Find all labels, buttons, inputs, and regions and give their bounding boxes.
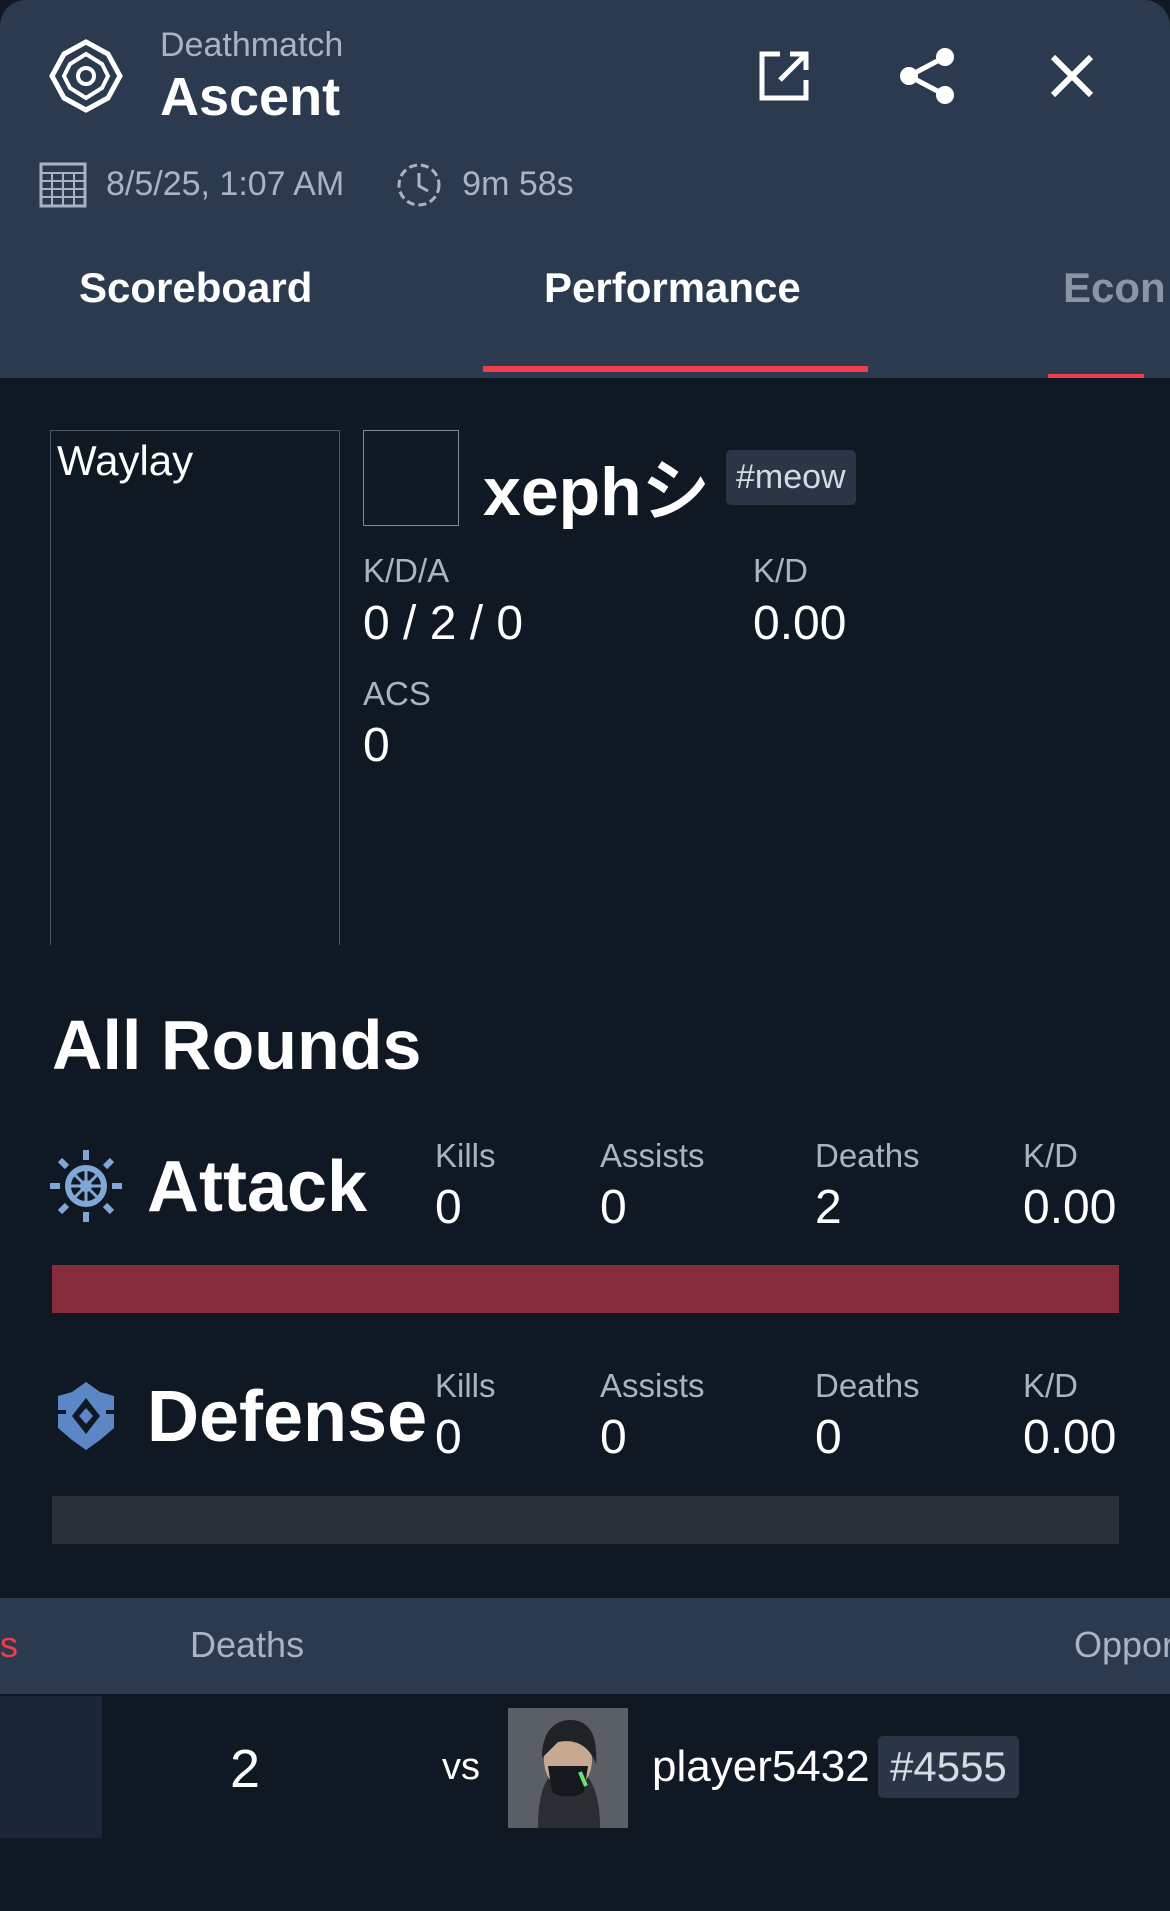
row-vs-label: vs — [442, 1746, 480, 1788]
player-name: xephシ — [483, 454, 710, 530]
defense-kills-label: Kills — [435, 1367, 496, 1404]
defense-deaths-label: Deaths — [815, 1367, 920, 1404]
defense-kd-label: K/D — [1023, 1367, 1079, 1404]
attack-deaths-label: Deaths — [815, 1137, 920, 1174]
attack-kd-value: 0.00 — [1023, 1181, 1117, 1234]
kda-value: 0 / 2 / 0 — [363, 597, 524, 650]
tab-scoreboard[interactable]: Scoreboard — [79, 264, 312, 312]
tab-indicator-partial — [1048, 374, 1144, 378]
close-icon — [1050, 54, 1094, 98]
defense-deaths-value: 0 — [815, 1411, 842, 1464]
defense-title: Defense — [147, 1377, 428, 1457]
opponent-avatar — [508, 1708, 628, 1828]
player-tag: #meow — [726, 450, 856, 505]
kd-label: K/D — [753, 552, 809, 589]
agent-name: Waylay — [57, 437, 194, 484]
agent-image: Waylay — [50, 430, 340, 945]
match-duration: 9m 58s — [462, 164, 574, 203]
match-date: 8/5/25, 1:07 AM — [106, 164, 345, 203]
opponent-name[interactable]: player5432 — [652, 1742, 870, 1792]
share-icon — [900, 48, 954, 104]
defense-assists-value: 0 — [600, 1411, 627, 1464]
clock-icon — [397, 163, 441, 207]
kda-label: K/D/A — [363, 552, 450, 589]
acs-label: ACS — [363, 675, 431, 712]
defense-kd-value: 0.00 — [1023, 1411, 1117, 1464]
game-mode: Deathmatch — [160, 26, 344, 64]
defense-icon — [58, 1382, 114, 1450]
match-meta: 8/5/25, 1:07 AM 9m 58s — [38, 158, 574, 210]
game-logo-icon — [49, 39, 123, 113]
map-name: Ascent — [160, 67, 341, 127]
kd-value: 0.00 — [753, 597, 847, 650]
attack-icon — [50, 1150, 122, 1222]
table-row[interactable]: 2 vs player5432 #4555 — [0, 1696, 1170, 1841]
attack-kills-value: 0 — [435, 1181, 462, 1234]
share-button[interactable] — [892, 40, 964, 112]
opponent-agent-portrait — [508, 1708, 628, 1828]
column-header-deaths[interactable]: Deaths — [190, 1624, 304, 1666]
attack-assists-value: 0 — [600, 1181, 627, 1234]
close-button[interactable] — [1036, 40, 1108, 112]
attack-assists-label: Assists — [600, 1137, 705, 1174]
open-external-button[interactable] — [748, 40, 820, 112]
defense-bar — [52, 1496, 1119, 1544]
opponent-tag: #4555 — [878, 1736, 1019, 1798]
tab-bar: Scoreboard Performance Econ — [0, 240, 1170, 378]
attack-title: Attack — [147, 1147, 368, 1227]
defense-kills-value: 0 — [435, 1411, 462, 1464]
match-header: Deathmatch Ascent 8/5/25, 1:07 AM 9m 58s… — [0, 0, 1170, 378]
column-header-opponent[interactable]: Oppor — [1074, 1624, 1170, 1666]
player-avatar — [363, 430, 459, 526]
attack-bar — [52, 1265, 1119, 1313]
calendar-icon — [39, 162, 87, 208]
duel-table-header: s Deaths Oppor — [0, 1598, 1170, 1694]
attack-kd-label: K/D — [1023, 1137, 1079, 1174]
open-external-icon — [759, 51, 809, 101]
attack-kills-label: Kills — [435, 1137, 496, 1174]
row-deaths: 2 — [230, 1739, 261, 1799]
acs-value: 0 — [363, 719, 390, 772]
tab-economy[interactable]: Econ — [1063, 264, 1166, 312]
tab-performance[interactable]: Performance — [544, 264, 801, 312]
active-tab-indicator — [483, 366, 868, 372]
all-rounds-title: All Rounds — [52, 1006, 422, 1084]
row-side-cell — [0, 1696, 102, 1838]
attack-deaths-value: 2 — [815, 1181, 842, 1234]
column-header-partial[interactable]: s — [0, 1624, 18, 1666]
defense-assists-label: Assists — [600, 1367, 705, 1404]
